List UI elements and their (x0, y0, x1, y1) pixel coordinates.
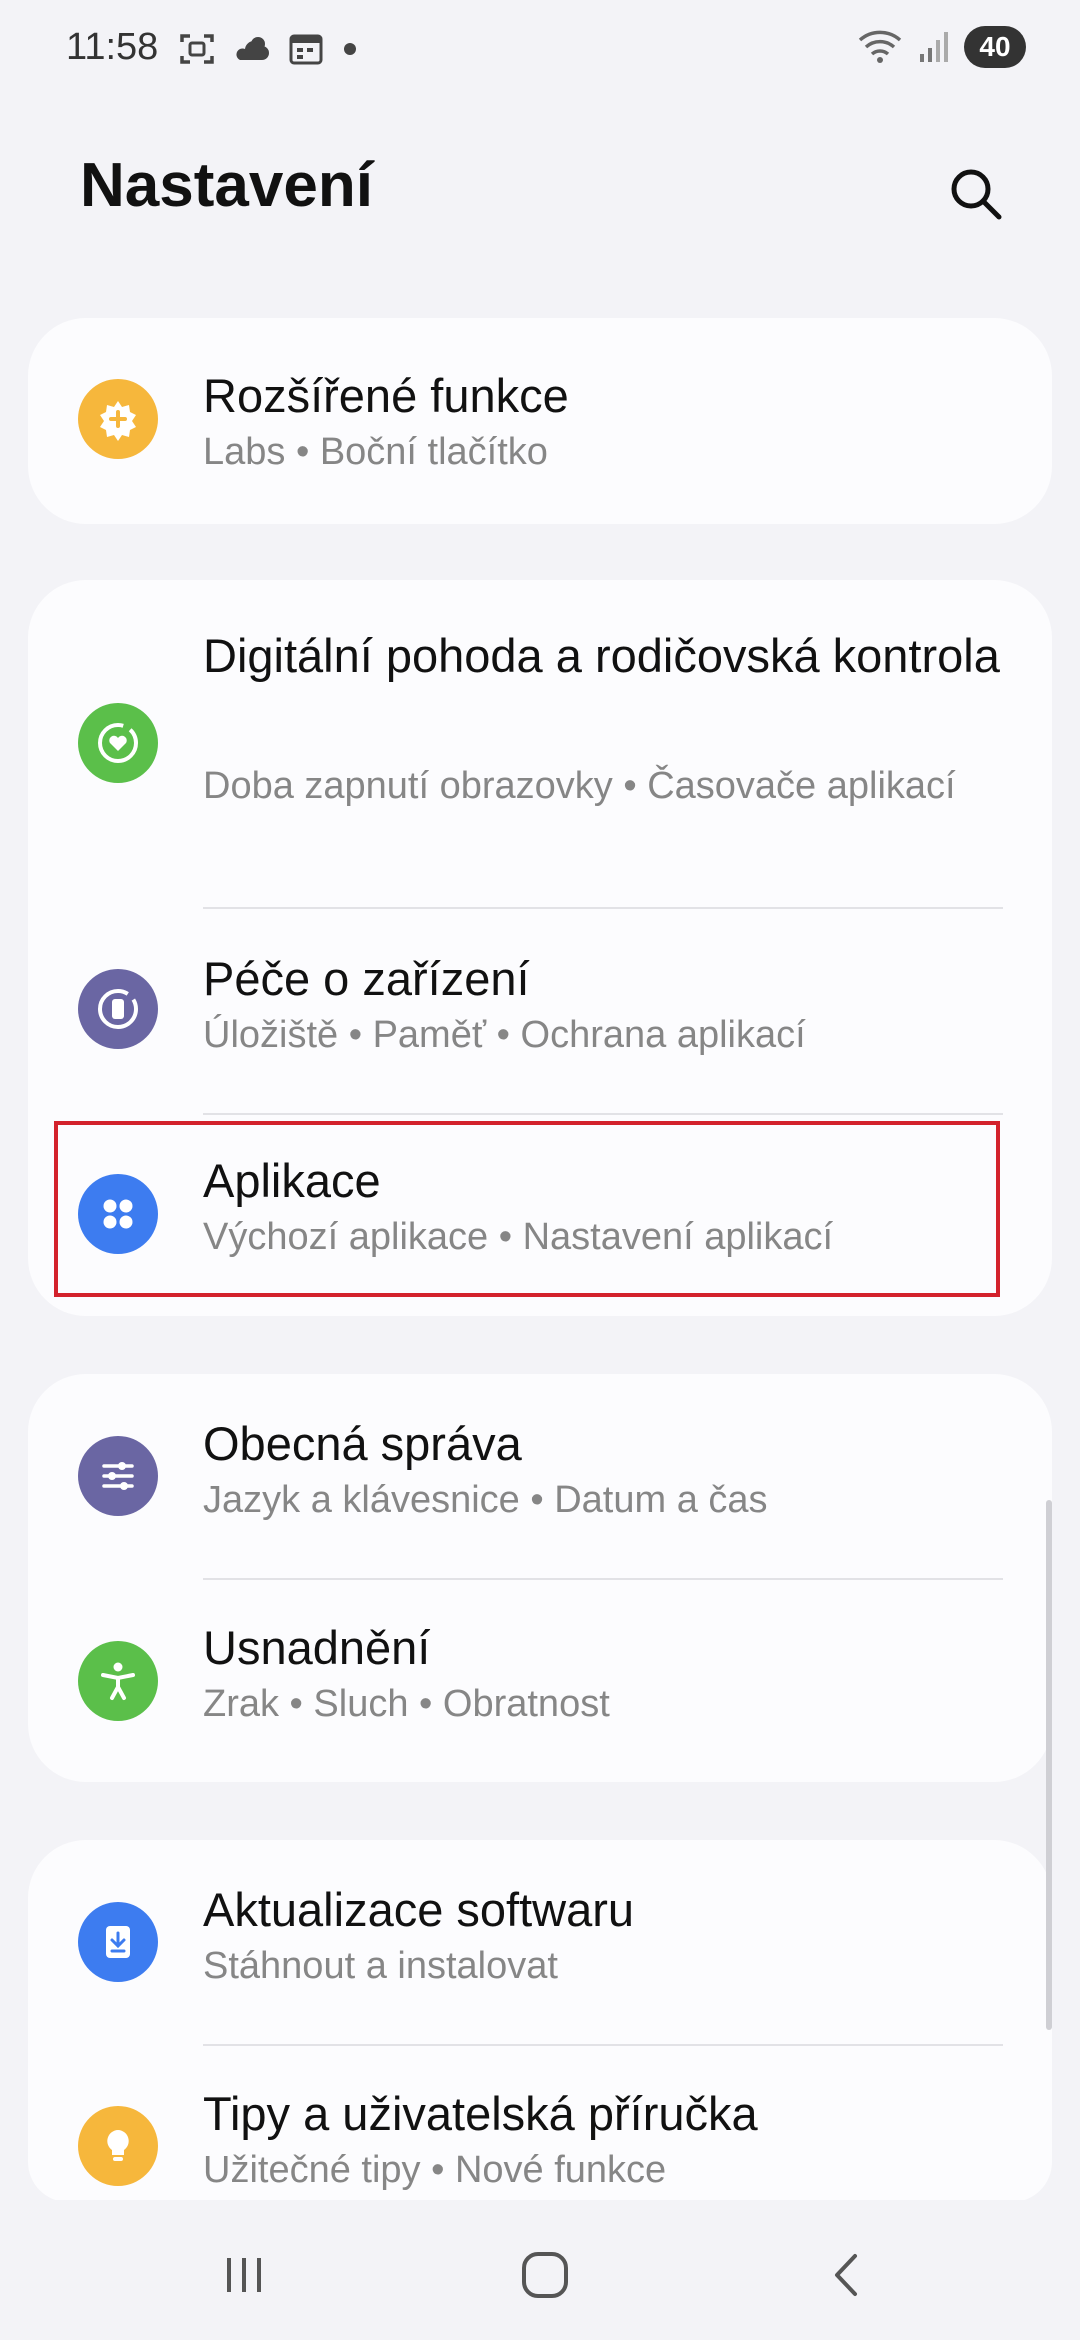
settings-group-3: Obecná správa Jazyk a klávesnice • Datum… (28, 1374, 1052, 1782)
settings-item-advanced-features[interactable]: Rozšířené funkce Labs • Boční tlačítko (28, 318, 1052, 524)
item-title: Usnadnění (203, 1621, 431, 1674)
item-subtitle: Výchozí aplikace • Nastavení aplikací (203, 1216, 834, 1258)
tips-icon (78, 2106, 158, 2186)
page-title: Nastavení (80, 151, 373, 220)
screenshot-icon (180, 34, 214, 64)
settings-group-1: Rozšířené funkce Labs • Boční tlačítko (28, 318, 1052, 524)
settings-item-software-update[interactable]: Aktualizace softwaru Stáhnout a instalov… (28, 1840, 1052, 2044)
item-title: Péče o zařízení (203, 952, 530, 1005)
settings-item-digital-wellbeing[interactable]: Digitální pohoda a rodičovská kontrola D… (28, 580, 1052, 906)
signal-icon (920, 32, 948, 62)
wifi-icon (858, 30, 902, 63)
advanced-features-icon (78, 379, 158, 459)
item-title: Digitální pohoda a rodičovská kontrola (203, 629, 1000, 682)
item-title: Aplikace (203, 1154, 381, 1207)
settings-item-general-management[interactable]: Obecná správa Jazyk a klávesnice • Datum… (28, 1374, 1052, 1578)
apps-icon (78, 1174, 158, 1254)
general-management-icon (78, 1436, 158, 1516)
item-subtitle: Užitečné tipy • Nové funkce (203, 2149, 667, 2191)
navigation-bar (0, 2200, 1080, 2340)
search-button[interactable] (940, 158, 1012, 230)
notification-icons (178, 30, 360, 68)
status-time: 11:58 (66, 26, 159, 68)
system-icons: 40 (856, 26, 1026, 68)
settings-item-accessibility[interactable]: Usnadnění Zrak • Sluch • Obratnost (28, 1580, 1052, 1782)
item-subtitle: Zrak • Sluch • Obratnost (203, 1683, 610, 1725)
back-button[interactable] (808, 2240, 888, 2310)
recent-apps-button[interactable] (204, 2240, 284, 2310)
status-bar: 11:58 40 (0, 0, 1080, 100)
settings-group-2: Digitální pohoda a rodičovská kontrola D… (28, 580, 1052, 1316)
accessibility-icon (78, 1641, 158, 1721)
item-subtitle: Stáhnout a instalovat (203, 1945, 558, 1987)
calendar-icon (289, 34, 323, 65)
home-icon (522, 2252, 568, 2298)
scrollbar[interactable] (1046, 1500, 1052, 2030)
recent-apps-icon (227, 2258, 261, 2292)
search-icon (951, 169, 1002, 220)
item-subtitle: Doba zapnutí obrazovky • Časovače aplika… (203, 765, 956, 807)
item-subtitle: Labs • Boční tlačítko (203, 431, 548, 473)
battery-indicator: 40 (964, 26, 1026, 68)
item-title: Obecná správa (203, 1417, 522, 1470)
back-icon (835, 2254, 857, 2296)
item-title: Aktualizace softwaru (203, 1883, 635, 1936)
settings-item-tips[interactable]: Tipy a uživatelská příručka Užitečné tip… (28, 2046, 1052, 2202)
item-subtitle: Jazyk a klávesnice • Datum a čas (203, 1479, 768, 1521)
digital-wellbeing-icon (78, 703, 158, 783)
software-update-icon (78, 1902, 158, 1982)
home-button[interactable] (505, 2240, 585, 2310)
settings-item-apps[interactable]: Aplikace Výchozí aplikace • Nastavení ap… (28, 1115, 1052, 1315)
item-title: Rozšířené funkce (203, 369, 569, 422)
settings-group-4: Aktualizace softwaru Stáhnout a instalov… (28, 1840, 1052, 2202)
item-title: Tipy a uživatelská příručka (203, 2087, 758, 2140)
dot-indicator-icon (344, 43, 356, 55)
settings-item-device-care[interactable]: Péče o zařízení Úložiště • Paměť • Ochra… (28, 909, 1052, 1113)
weather-icon (236, 37, 269, 60)
device-care-icon (78, 969, 158, 1049)
item-subtitle: Úložiště • Paměť • Ochrana aplikací (203, 1014, 806, 1056)
